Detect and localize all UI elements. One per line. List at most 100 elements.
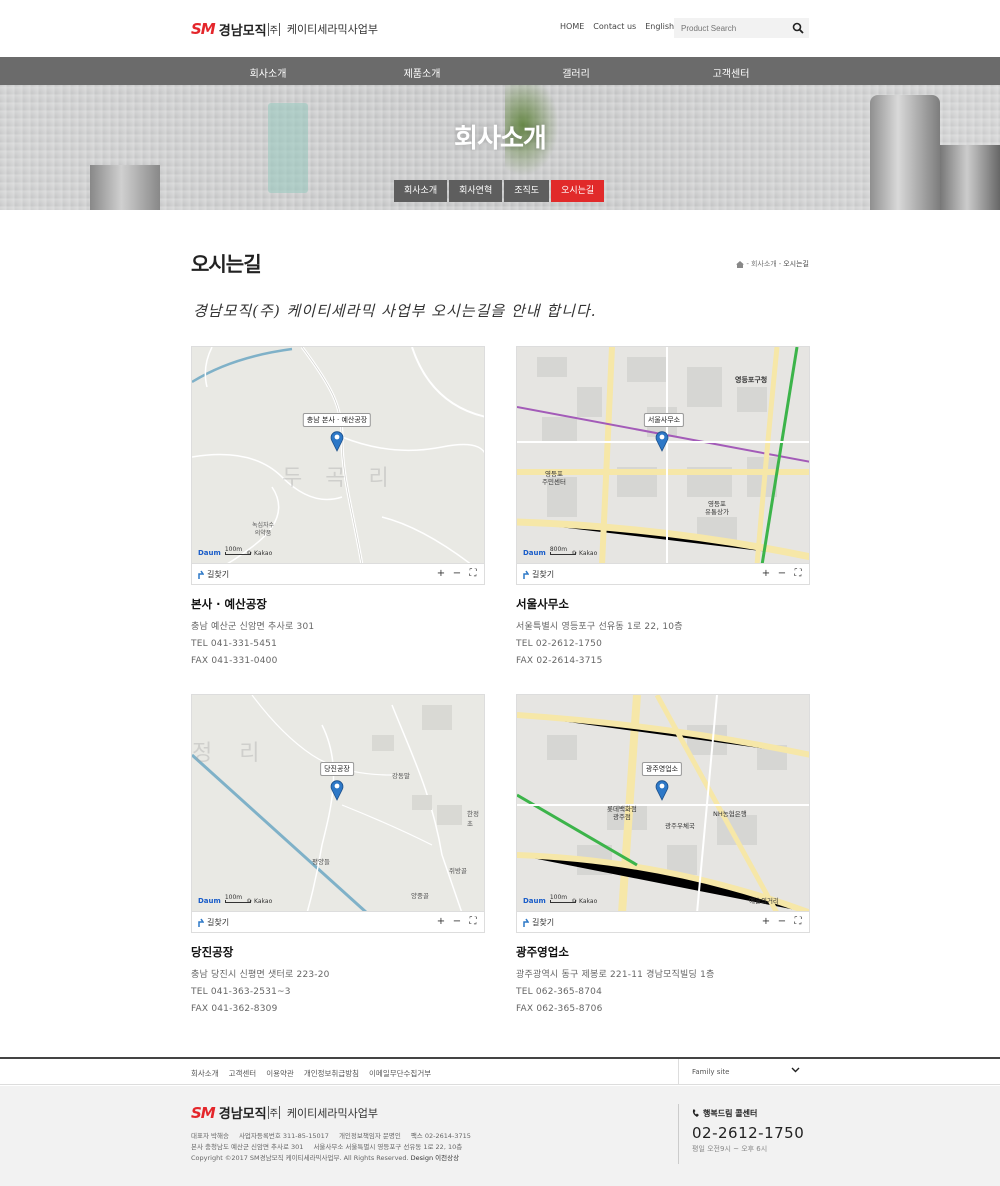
map-place-label: 예술의거리 [749,897,779,905]
subtab-organization[interactable]: 조직도 [504,180,550,202]
footer-link-customer[interactable]: 고객센터 [229,1068,257,1079]
gnb-item-company[interactable]: 회사소개 [250,65,287,80]
logo-company-name: 경남모직 [218,23,267,39]
location-card: 롯데백화점 광주점 광주우체국 NH농협은행 예술의거리 광주영업소 Daum 1… [516,694,810,1014]
footer-link-terms[interactable]: 이용약관 [266,1068,294,1079]
pin-label: 서울사무소 [643,413,685,427]
zoom-out-button[interactable]: − [450,567,464,581]
findway-button[interactable]: 길찾기 [198,917,229,928]
map-roads [517,695,809,911]
logo-co-mark: 주 [267,22,280,36]
map-toolbar: 길찾기 + − ⛶ [516,564,810,585]
map-place-label: 양중골 [411,892,429,900]
intro-text: 경남모직(주) 케이티세라믹 사업부 오시는길을 안내 합니다. [193,302,597,320]
location-card: 영등포구청 영등포 유통상가 영등포 주민센터 서울사무소 Daum 800m © … [516,346,810,666]
zoom-out-button[interactable]: − [775,567,789,581]
zoom-in-button[interactable]: + [434,915,448,929]
sub-tabs: 회사소개 회사연혁 조직도 오시는길 [394,180,605,202]
map-pin-icon[interactable] [655,430,669,452]
map-view[interactable]: 영등포구청 영등포 유통상가 영등포 주민센터 서울사무소 Daum 800m © … [516,346,810,564]
map-view[interactable]: 정 리 강동말 평양들 쥐방골 양중골 한정초 당진공장 Daum 100m ©… [191,694,485,912]
fullscreen-icon[interactable]: ⛶ [791,567,805,581]
fullscreen-icon[interactable]: ⛶ [466,567,480,581]
map-watermark: 정 리 [192,741,270,766]
zoom-out-button[interactable]: − [450,915,464,929]
map-pin-icon[interactable] [655,779,669,801]
findway-label: 길찾기 [532,570,555,579]
top-link-contact[interactable]: Contact us [593,22,636,31]
findway-label: 길찾기 [207,570,230,579]
search-input[interactable] [674,18,784,38]
daum-logo: Daum [523,549,546,557]
zoom-in-button[interactable]: + [759,915,773,929]
logo-division: 케이티세라믹사업부 [286,1106,378,1120]
fullscreen-icon[interactable]: ⛶ [466,915,480,929]
family-site-label: Family site [692,1068,730,1076]
subtab-location[interactable]: 오시는길 [551,180,605,202]
logo[interactable]: SM 경남모직 주 케이티세라믹사업부 [191,19,378,39]
map-view[interactable]: 두 곡 리 녹십자수 의약품 충남 본사 · 예산공장 Daum 100m © K… [191,346,485,564]
top-link-english[interactable]: English [645,22,674,31]
zoom-in-button[interactable]: + [759,567,773,581]
footer-link-privacy[interactable]: 개인정보취급방침 [304,1068,359,1079]
footer-seoul-address: 서울사무소 서울특별시 영등포구 선유동 1로 22, 10층 [313,1143,463,1151]
gnb-item-gallery[interactable]: 갤러리 [562,65,590,80]
gnb-item-products[interactable]: 제품소개 [404,65,441,80]
top-nav: HOME Contact us English [560,22,674,31]
map-toolbar: 길찾기 + − ⛶ [191,912,485,933]
route-icon [198,570,204,579]
findway-button[interactable]: 길찾기 [523,917,554,928]
footer-ceo: 대표자 박해승 [191,1132,229,1140]
header: SM 경남모직 주 케이티세라믹사업부 HOME Contact us Engl… [0,0,1000,57]
map-place-label: 영등포 유통상가 [705,500,729,516]
family-site-select[interactable]: Family site [678,1059,809,1084]
breadcrumb-current: 오시는길 [783,260,809,268]
map-place-label: 광주우체국 [665,822,695,830]
breadcrumb-item[interactable]: 회사소개 [751,259,777,269]
location-address: 충남 예산군 신암면 추사로 301 [191,622,315,632]
location-fax: FAX 062-365-8706 [516,1004,603,1014]
findway-button[interactable]: 길찾기 [198,569,229,580]
pin-label: 충남 본사 · 예산공장 [302,413,372,427]
footer-link-email-refusal[interactable]: 이메일무단수집거부 [369,1068,431,1079]
map-pin-icon[interactable] [330,430,344,452]
location-name: 당진공장 [191,945,234,959]
route-icon [198,918,204,927]
location-address: 서울특별시 영등포구 선유동 1로 22, 10층 [516,622,683,632]
main-nav: 회사소개 제품소개 갤러리 고객센터 [0,57,1000,85]
scale-bar [224,899,251,903]
search-icon[interactable] [792,22,804,34]
footer-hq-address: 본사 충청남도 예산군 신암면 추사로 301 [191,1143,304,1151]
zoom-in-button[interactable]: + [434,567,448,581]
pin-label: 광주영업소 [641,762,683,776]
daum-logo: Daum [198,897,221,905]
logo-sm-mark: SM [191,20,216,38]
location-address: 충남 당진시 신평면 샛터로 223-20 [191,970,330,980]
logo-co-mark: 주 [267,1106,280,1119]
subtab-company[interactable]: 회사소개 [394,180,448,202]
home-icon[interactable] [736,260,745,268]
logo-division: 케이티세라믹사업부 [286,23,378,36]
findway-button[interactable]: 길찾기 [523,569,554,580]
page-title: 오시는길 [191,252,262,276]
location-tel: TEL 02-2612-1750 [516,639,603,649]
location-address: 광주광역시 동구 제봉로 221-11 경남모직빌딩 1층 [516,970,715,980]
location-card: 정 리 강동말 평양들 쥐방골 양중골 한정초 당진공장 Daum 100m ©… [191,694,485,1014]
map-place-label: 녹십자수 의약품 [252,522,275,537]
map-place-label: 쥐방골 [449,867,467,875]
map-scale: Daum 100m © Kakao [523,894,597,906]
logo-sm-mark: SM [191,1103,216,1122]
subtab-history[interactable]: 회사연혁 [449,180,503,202]
top-link-home[interactable]: HOME [560,22,584,31]
gnb-item-customer[interactable]: 고객센터 [713,65,750,80]
scale-bar [549,551,576,555]
zoom-out-button[interactable]: − [775,915,789,929]
pin-label: 당진공장 [320,762,354,776]
footer-copyright: Copyright ©2017 SM경남모직 케이티세라믹사업부. All Ri… [191,1154,409,1162]
map-pin-icon[interactable] [330,779,344,801]
map-view[interactable]: 롯데백화점 광주점 광주우체국 NH농협은행 예술의거리 광주영업소 Daum 1… [516,694,810,912]
fullscreen-icon[interactable]: ⛶ [791,915,805,929]
footer-link-company[interactable]: 회사소개 [191,1068,219,1079]
location-card: 두 곡 리 녹십자수 의약품 충남 본사 · 예산공장 Daum 100m © K… [191,346,485,666]
hero-banner: 회사소개 회사소개 회사연혁 조직도 오시는길 [0,85,1000,210]
